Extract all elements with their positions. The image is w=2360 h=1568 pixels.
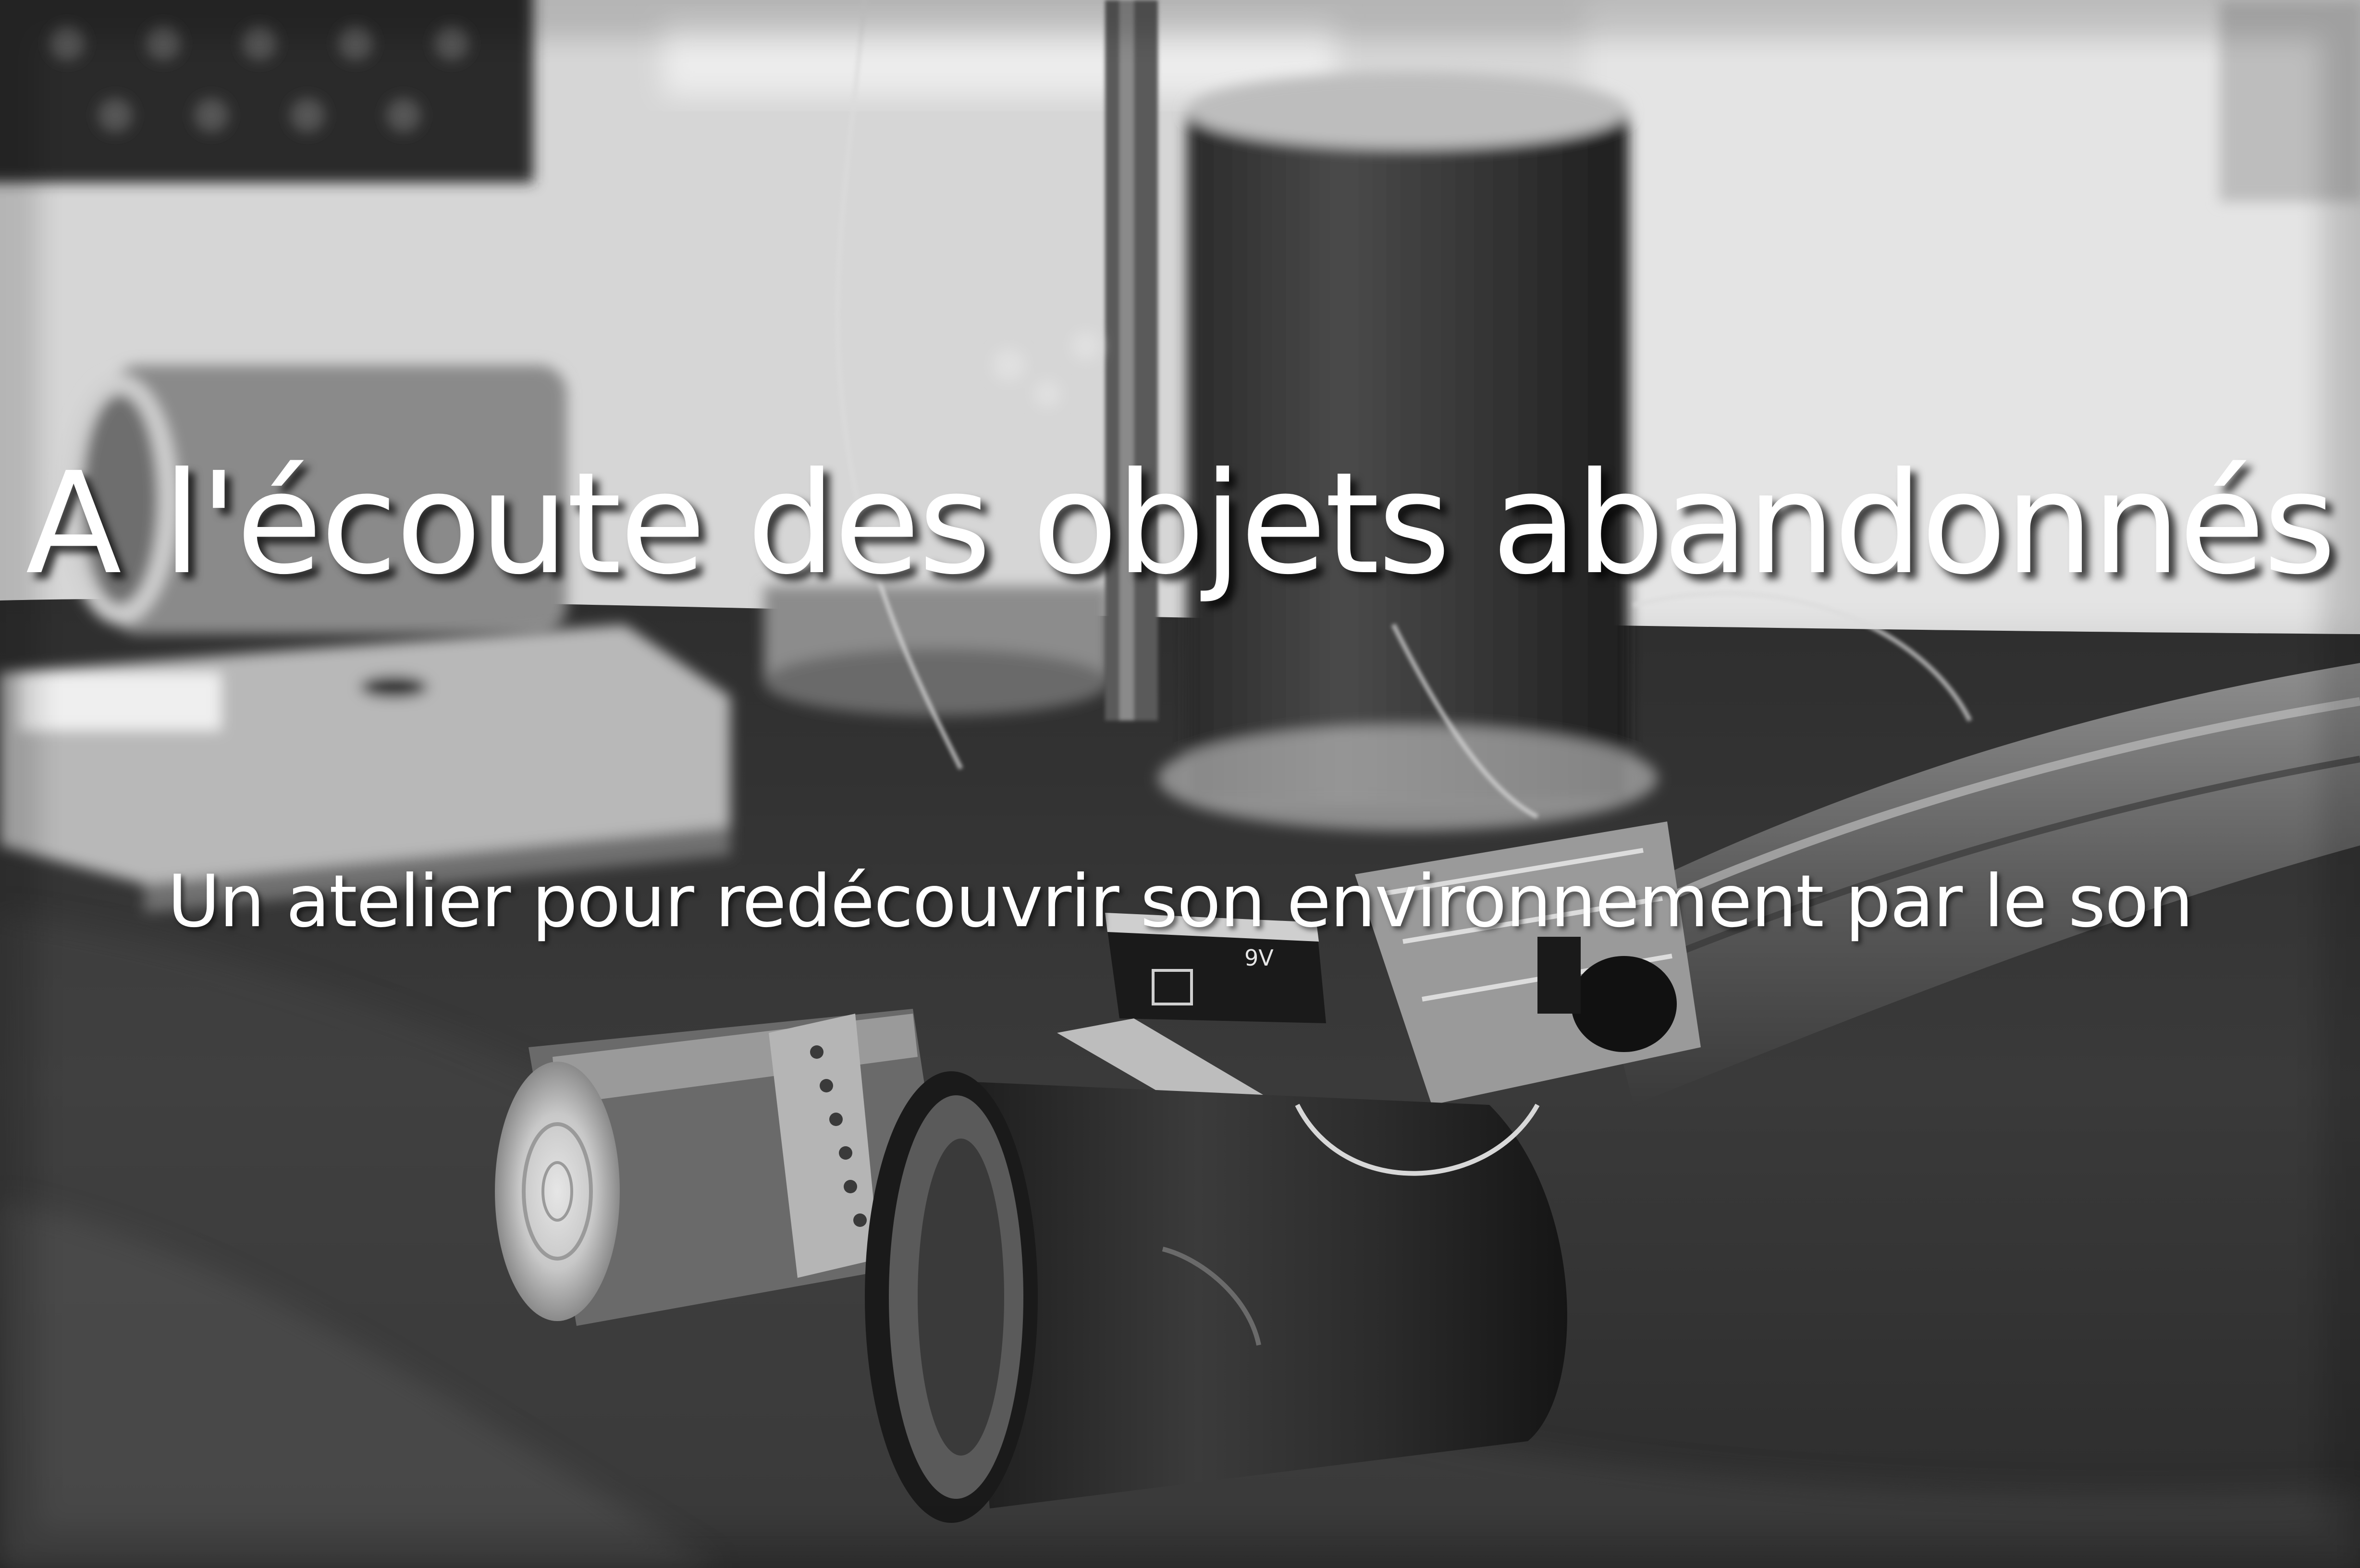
background-photo: 9V <box>0 0 2360 1568</box>
svg-text:9V: 9V <box>1244 945 1274 971</box>
hero-title: A l'écoute des objets abandonnés <box>25 442 2336 605</box>
hero-subtitle: Un atelier pour redécouvrir son environn… <box>167 860 2193 943</box>
hero-banner: 9V A l'écoute des objets abandonnés Un a… <box>0 0 2360 1568</box>
